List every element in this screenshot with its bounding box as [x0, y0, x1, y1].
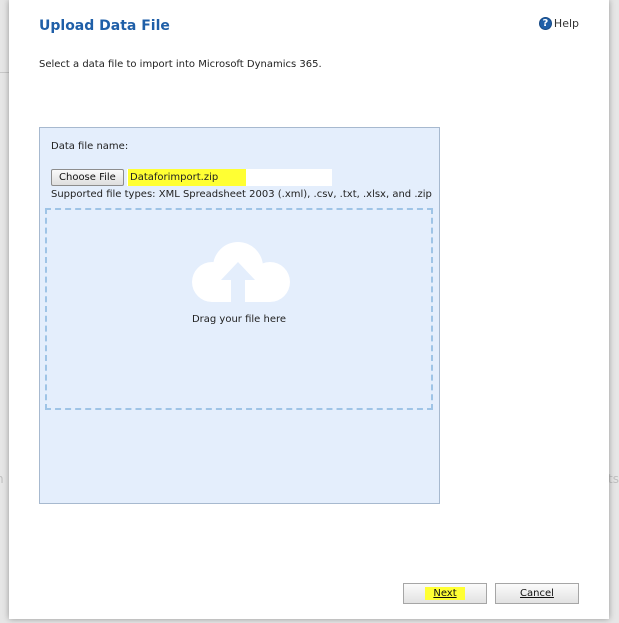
- selected-file-name: Dataforimport.zip: [128, 169, 246, 186]
- next-button[interactable]: Next: [403, 583, 487, 604]
- data-file-name-label: Data file name:: [51, 141, 129, 152]
- supported-file-types: Supported file types: XML Spreadsheet 20…: [51, 189, 432, 200]
- file-drop-zone[interactable]: Drag your file here: [45, 208, 433, 410]
- cancel-button[interactable]: Cancel: [495, 583, 579, 604]
- help-label: Help: [553, 17, 579, 30]
- dialog-instructions: Select a data file to import into Micros…: [39, 59, 322, 70]
- cancel-button-label: Cancel: [520, 588, 554, 599]
- next-button-label: Next: [425, 587, 465, 600]
- upload-data-file-dialog: Upload Data File ? Help Select a data fi…: [9, 0, 609, 619]
- choose-file-button[interactable]: Choose File: [51, 169, 124, 186]
- help-link[interactable]: ? Help: [538, 17, 579, 30]
- upload-panel: Data file name: Choose File Dataforimpor…: [39, 127, 440, 504]
- backdrop-text-fragment-left: n: [0, 472, 4, 486]
- dialog-title: Upload Data File: [39, 18, 170, 34]
- cloud-upload-icon: [192, 242, 290, 304]
- file-name-field: Dataforimport.zip: [127, 169, 332, 186]
- help-question-icon: ?: [538, 17, 552, 30]
- drag-file-hint: Drag your file here: [191, 314, 287, 325]
